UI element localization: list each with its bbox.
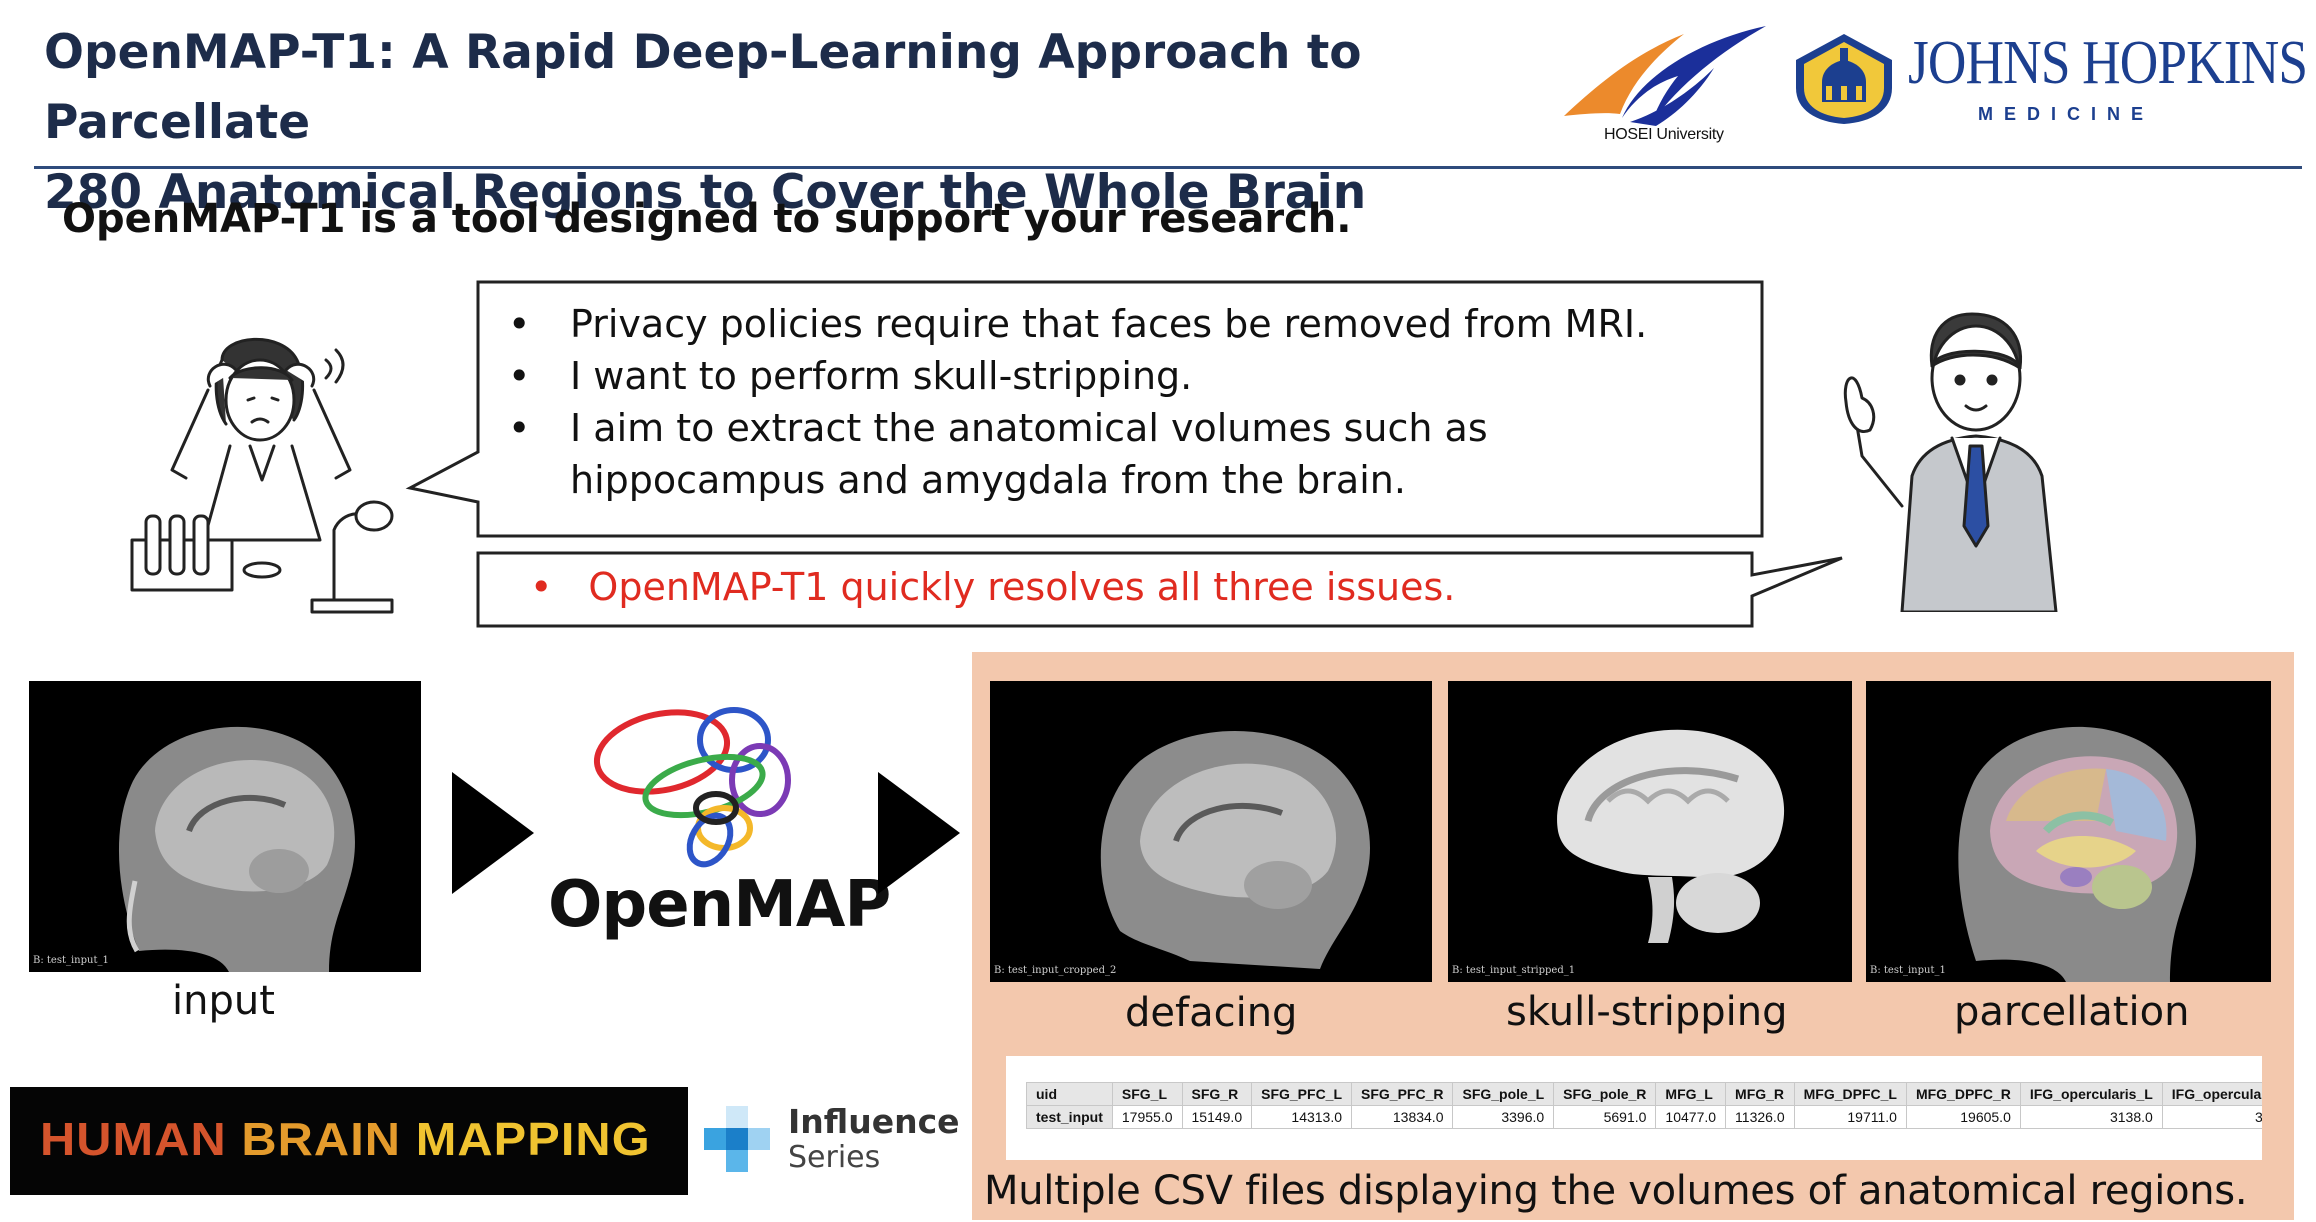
csv-header-cell: MFG_DPFC_R <box>1905 1082 2021 1106</box>
csv-header-cell: SFG_L <box>1111 1082 1183 1106</box>
problem-item: I aim to extract the anatomical volumes … <box>504 402 1754 506</box>
csv-cell: 19711.0 <box>1793 1105 1907 1129</box>
input-mri-image: B: test_input_1 <box>29 681 421 972</box>
csv-header-cell: SFG_R <box>1181 1082 1253 1106</box>
csv-header-row: uid SFG_L SFG_R SFG_PFC_L SFG_PFC_R SFG_… <box>1026 1082 2262 1106</box>
csv-cell: 3138.0 <box>2019 1105 2163 1129</box>
problem-item: I want to perform skull-stripping. <box>504 350 1754 402</box>
csv-cell: test_input <box>1026 1105 1113 1129</box>
hbm-wordmark: HUMAN BRAIN MAPPING <box>40 1112 651 1166</box>
csv-cell: 3396.0 <box>1452 1105 1555 1129</box>
defacing-caption: defacing <box>1125 990 1298 1036</box>
influence-label: Influence <box>788 1102 960 1141</box>
csv-cell: 13834.0 <box>1351 1105 1454 1129</box>
csv-header-cell: MFG_DPFC_L <box>1793 1082 1907 1106</box>
defacing-image: B: test_input_cropped_2 <box>990 681 1432 982</box>
influence-plus-icon <box>704 1106 770 1172</box>
arrow-right-icon <box>878 772 960 894</box>
arrow-right-icon <box>452 772 534 894</box>
csv-header-cell: uid <box>1026 1082 1113 1106</box>
csv-cell: 14313.0 <box>1251 1105 1353 1129</box>
csv-header-cell: MFG_R <box>1725 1082 1795 1106</box>
csv-preview: uid SFG_L SFG_R SFG_PFC_L SFG_PFC_R SFG_… <box>1006 1056 2262 1160</box>
csv-caption: Multiple CSV files displaying the volume… <box>984 1168 2248 1214</box>
csv-header-cell: MFG_L <box>1655 1082 1727 1106</box>
csv-cell: 11326.0 <box>1725 1105 1795 1129</box>
input-image-tag: B: test_input_1 <box>33 955 109 966</box>
worried-scientist-icon <box>130 337 394 614</box>
series-label: Series <box>788 1140 881 1175</box>
parcellation-caption: parcellation <box>1954 989 2190 1035</box>
skull-stripping-image-tag: B: test_input_stripped_1 <box>1452 965 1576 976</box>
csv-header-cell: IFG_opercularis_L <box>2019 1082 2163 1106</box>
csv-cell: 10477.0 <box>1655 1105 1727 1129</box>
csv-table: uid SFG_L SFG_R SFG_PFC_L SFG_PFC_R SFG_… <box>1026 1082 2262 1129</box>
hbm-word: BRAIN <box>241 1113 402 1165</box>
skull-stripping-caption: skull-stripping <box>1506 989 1788 1035</box>
defacing-image-tag: B: test_input_cropped_2 <box>994 965 1117 976</box>
problem-item: Privacy policies require that faces be r… <box>504 298 1754 350</box>
human-brain-mapping-logo: HUMAN BRAIN MAPPING <box>10 1087 688 1195</box>
parcellation-image-tag: B: test_input_1 <box>1870 965 1946 976</box>
csv-header-cell: SFG_pole_R <box>1553 1082 1657 1106</box>
answer-text: OpenMAP-T1 quickly resolves all three is… <box>530 565 1455 609</box>
parcellation-image: B: test_input_1 <box>1866 681 2271 982</box>
csv-header-cell: SFG_PFC_L <box>1251 1082 1353 1106</box>
pointing-man-icon <box>1843 312 2058 612</box>
table-row: test_input 17955.0 15149.0 14313.0 13834… <box>1026 1105 2262 1129</box>
csv-cell: 17955.0 <box>1111 1105 1183 1129</box>
csv-cell: 301 <box>2161 1105 2262 1129</box>
csv-cell: 19605.0 <box>1905 1105 2021 1129</box>
input-caption: input <box>172 978 275 1024</box>
csv-cell: 5691.0 <box>1553 1105 1657 1129</box>
openmap-wordmark: OpenMAP <box>548 868 891 942</box>
csv-header-cell: SFG_pole_L <box>1452 1082 1555 1106</box>
csv-header-cell: IFG_opercularis <box>2161 1082 2262 1106</box>
hbm-word: MAPPING <box>415 1113 651 1165</box>
problem-list: Privacy policies require that faces be r… <box>504 298 1754 506</box>
csv-cell: 15149.0 <box>1181 1105 1253 1129</box>
csv-header-cell: SFG_PFC_R <box>1351 1082 1454 1106</box>
skull-stripping-image: B: test_input_stripped_1 <box>1448 681 1852 982</box>
hbm-word: HUMAN <box>40 1113 227 1165</box>
openmap-rings-icon <box>593 707 791 868</box>
